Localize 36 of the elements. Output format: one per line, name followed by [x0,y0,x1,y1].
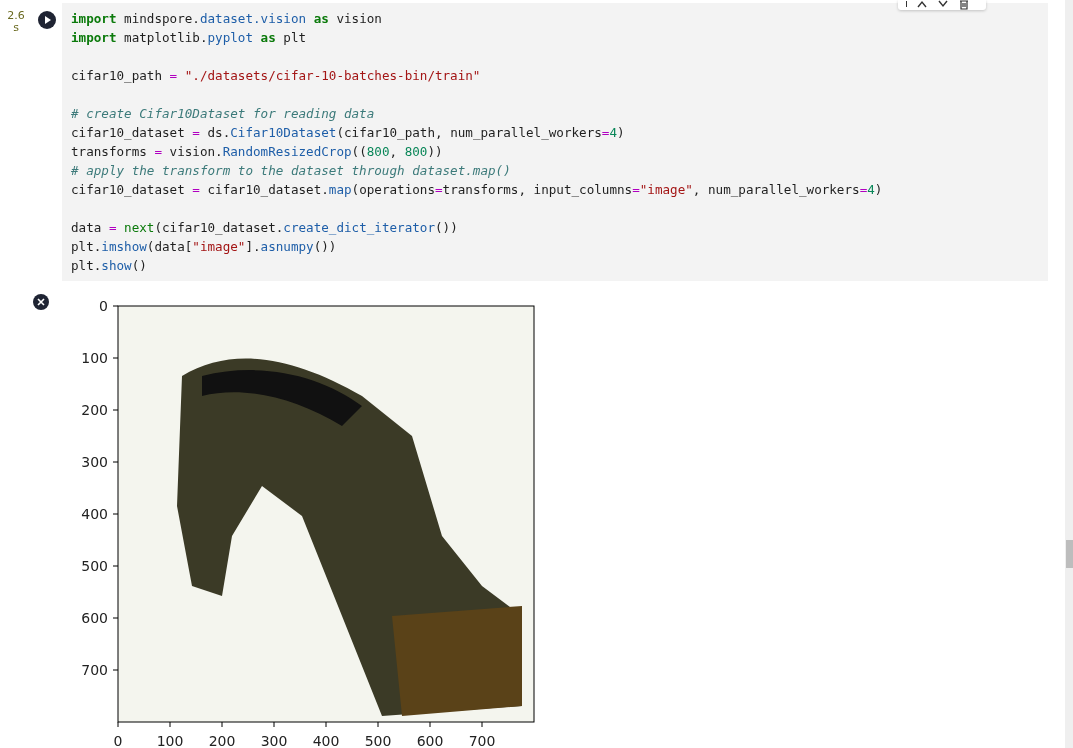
scrollbar[interactable] [1065,0,1073,748]
tick-label: 200 [208,733,236,748]
tick-label: 100 [81,350,108,366]
code-line: import matplotlib.pyplot as plt [71,29,308,47]
execution-time: 2.6 s [6,10,26,34]
code-line: cifar10_dataset = ds.Cifar10Dataset(cifar10_path, num_parallel_workers=4) [71,124,626,142]
code-line: cifar10_path = "./datasets/cifar-10-batches-bin/train" [71,67,482,85]
code-line: # apply the transform to the dataset through dataset.map() [71,162,512,180]
run-icon[interactable] [38,11,56,29]
tick-label: 600 [81,610,108,626]
tick-label: 300 [81,454,108,470]
tick-label: 0 [113,733,123,748]
tick-label: 300 [260,733,288,748]
tick-label: 200 [81,402,108,418]
code-line: # create Cifar10Dataset for reading data [71,105,376,123]
tick-label: 700 [81,662,108,678]
tick-label: 600 [416,733,444,748]
trash-icon[interactable] [958,0,970,10]
tick-label: 100 [156,733,184,748]
code-line: data = next(cifar10_dataset.create_dict_iterator()) [71,219,459,237]
tick-label: 500 [81,558,108,574]
code-line: cifar10_dataset = cifar10_dataset.map(operations=transforms, input_columns="image", num_parallel_workers=4) [71,181,884,199]
code-line: plt.show() [71,257,148,275]
tick-label: 700 [468,733,496,748]
tick-label: 400 [312,733,340,748]
code-editor[interactable] [62,3,1048,281]
code-line: import mindspore.dataset.vision as vision [71,10,383,28]
chevron-up-icon[interactable] [916,0,928,10]
clear-output-icon[interactable] [33,294,49,310]
tick-label: 400 [81,506,108,522]
tick-label: 0 [99,298,108,314]
code-line: plt.imshow(data["image"].asnumpy()) [71,238,338,256]
tick-label: 500 [364,733,392,748]
chevron-down-icon[interactable] [937,0,949,10]
scrollbar-thumb[interactable] [1066,540,1073,568]
code-line: transforms = vision.RandomResizedCrop((800, 800)) [71,143,444,161]
